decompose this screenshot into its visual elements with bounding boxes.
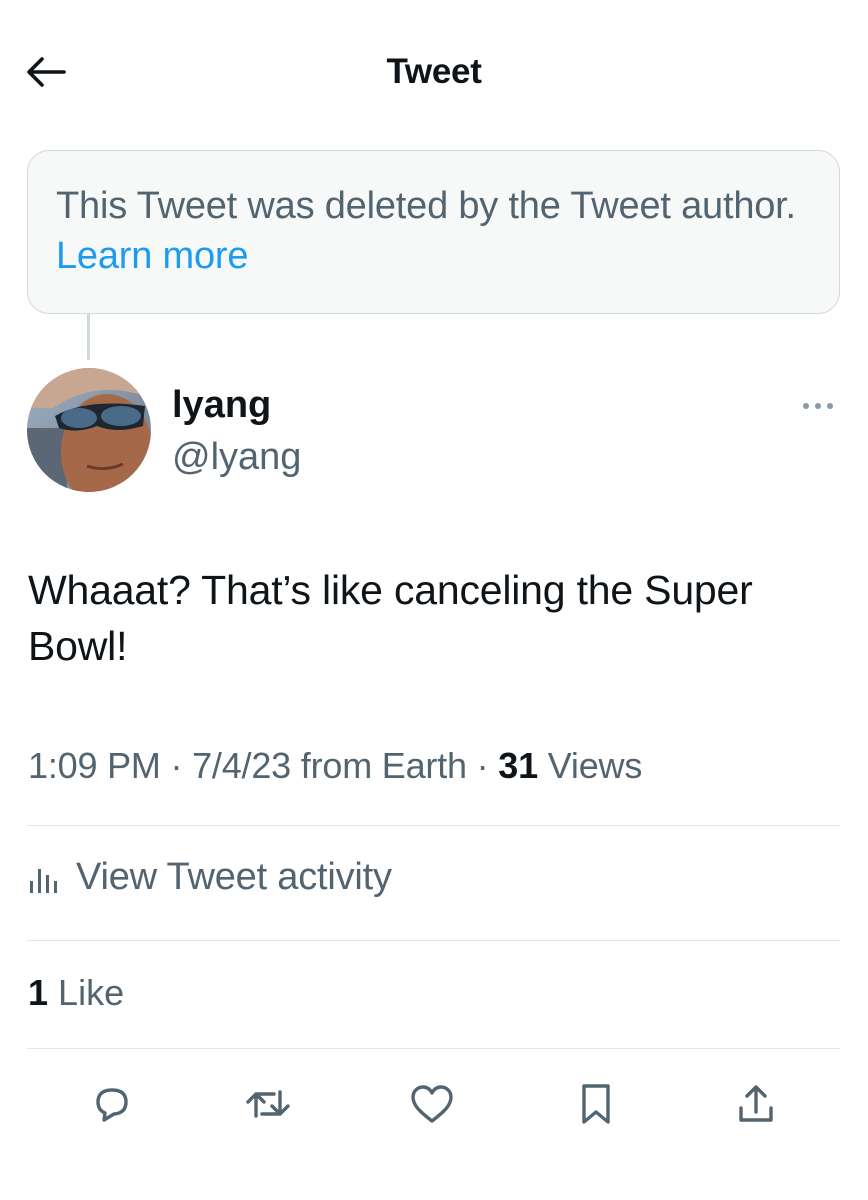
author-handle[interactable]: @lyang [172,436,301,479]
tweet-source: from Earth [300,745,467,786]
more-options-button[interactable] [798,392,838,420]
like-count: 1 [28,972,49,1013]
divider [27,940,840,941]
meta-separator: · [170,745,183,786]
view-tweet-activity-button[interactable]: View Tweet activity [28,856,392,899]
like-button[interactable] [406,1078,458,1130]
like-label: Like [58,972,125,1013]
bar-chart-icon [30,868,57,893]
bookmark-icon [582,1084,610,1124]
reply-icon [96,1088,128,1122]
like-icon [411,1085,453,1123]
deleted-notice-text: This Tweet was deleted by the Tweet auth… [56,185,796,227]
reply-button[interactable] [86,1078,138,1130]
tweet-text: Whaaat? That’s like canceling the Super … [28,567,753,669]
activity-label: View Tweet activity [76,856,392,898]
more-icon [803,403,833,409]
likes-summary[interactable]: 1 Like [28,972,124,1014]
share-icon [739,1085,773,1122]
page-title: Tweet [386,52,482,91]
share-button[interactable] [730,1078,782,1130]
divider [27,1048,840,1049]
retweet-icon [246,1090,290,1118]
meta-separator: · [476,745,489,786]
thread-connector-line [87,314,90,360]
tweet-date[interactable]: 7/4/23 [192,745,291,786]
tweet-meta: 1:09 PM · 7/4/23 from Earth · 31 Views [28,745,642,787]
bookmark-button[interactable] [570,1078,622,1130]
divider [27,825,840,826]
app-header: Tweet [0,0,868,140]
tweet-time[interactable]: 1:09 PM [28,745,161,786]
retweet-button[interactable] [242,1078,294,1130]
learn-more-link[interactable]: Learn more [56,235,249,277]
author-display-name[interactable]: lyang [172,384,271,427]
views-label: Views [547,745,643,786]
avatar[interactable] [27,368,151,492]
deleted-tweet-notice: This Tweet was deleted by the Tweet auth… [27,150,840,314]
views-count: 31 [498,745,538,786]
